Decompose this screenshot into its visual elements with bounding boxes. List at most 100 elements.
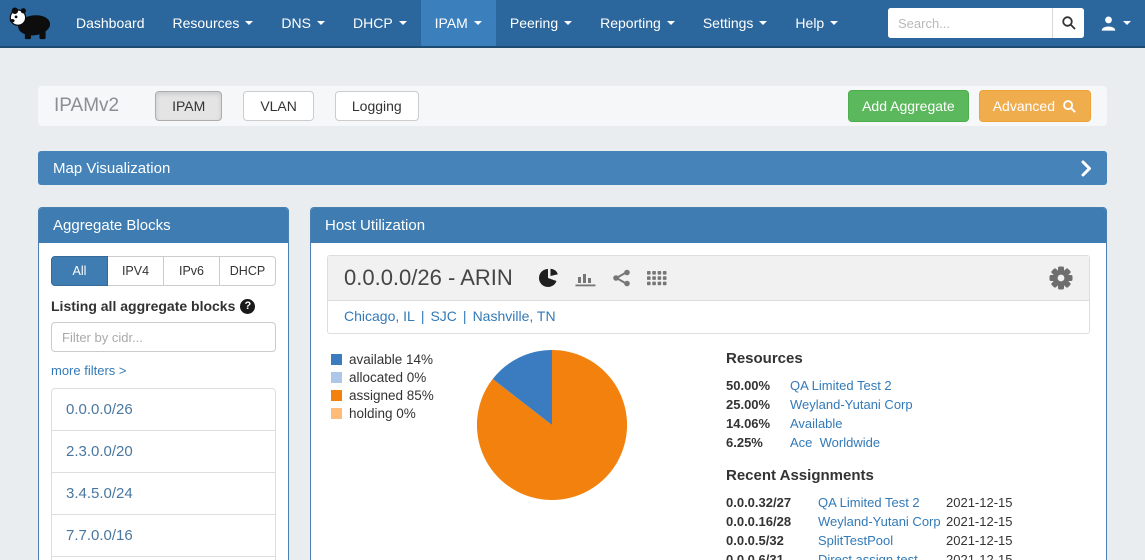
view-tab-vlan[interactable]: VLAN <box>243 91 314 121</box>
panda-logo-icon <box>8 4 54 42</box>
nav-item-ipam[interactable]: IPAM <box>421 0 496 46</box>
resource-row: 14.06% Available <box>726 416 1038 432</box>
recent-assignment-row: 0.0.0.5/32 SplitTestPool 2021-12-15 <box>726 533 1038 549</box>
bar-chart-view-button[interactable] <box>575 269 596 287</box>
utilization-info-column: Resources 50.00% QA Limited Test 2 25.00… <box>726 346 1038 560</box>
advanced-search-button[interactable]: Advanced <box>979 90 1091 122</box>
ipam-toolbar: IPAMv2 IPAM VLAN Logging Add Aggregate A… <box>38 86 1107 126</box>
caret-down-icon <box>245 21 253 25</box>
share-view-button[interactable] <box>612 269 631 287</box>
aggregate-block-item[interactable]: 2.3.0.0/20 <box>52 430 275 472</box>
subnet-card-header: 0.0.0.0/26 - ARIN <box>328 256 1089 301</box>
resource-link[interactable]: Weyland-Yutani Corp <box>790 397 1038 413</box>
pie-chart-view-button[interactable] <box>539 268 559 288</box>
subnet-locations: Chicago, IL|SJC|Nashville, TN <box>328 301 1089 333</box>
nav-item-dashboard[interactable]: Dashboard <box>62 0 159 46</box>
caret-down-icon <box>564 21 572 25</box>
aggregate-block-item[interactable]: 7.7.0.0/16 <box>52 514 275 556</box>
nav-item-reporting[interactable]: Reporting <box>586 0 689 46</box>
host-utilization-content: available 14% allocated 0% assigned 85% <box>327 346 1090 560</box>
main-menu: Dashboard Resources DNS DHCP IPAM Peerin… <box>62 0 852 46</box>
tab-dhcp[interactable]: DHCP <box>220 256 276 286</box>
resource-link[interactable]: QA Limited Test 2 <box>790 378 1038 394</box>
assignment-link[interactable]: Direct assign test <box>818 552 946 560</box>
legend-swatch-available <box>331 354 342 365</box>
location-link[interactable]: Nashville, TN <box>473 308 556 324</box>
caret-down-icon <box>474 21 482 25</box>
resource-row: 50.00% QA Limited Test 2 <box>726 378 1038 394</box>
recent-assignment-row: 0.0.0.32/27 QA Limited Test 2 2021-12-15 <box>726 495 1038 511</box>
add-aggregate-button[interactable]: Add Aggregate <box>848 90 969 122</box>
host-utilization-panel: Host Utilization 0.0.0.0/26 - ARIN <box>310 207 1107 560</box>
resource-row: 6.25% Ace Worldwide <box>726 435 1038 451</box>
pie-chart <box>473 346 631 504</box>
resource-percent: 50.00% <box>726 378 790 394</box>
listing-label-row: Listing all aggregate blocks ? <box>51 298 276 314</box>
nav-item-label: Reporting <box>600 15 661 31</box>
subnet-settings-button[interactable] <box>1049 266 1073 290</box>
pie-chart-icon <box>539 268 559 288</box>
aggregate-blocks-header: Aggregate Blocks <box>39 208 288 243</box>
location-separator: | <box>463 308 467 324</box>
legend-label: allocated 0% <box>349 370 426 385</box>
map-visualization-toggle[interactable]: Map Visualization <box>38 151 1107 185</box>
more-filters-link[interactable]: more filters > <box>51 363 127 378</box>
resource-link[interactable]: Ace Worldwide <box>790 435 1038 451</box>
location-link[interactable]: Chicago, IL <box>344 308 415 324</box>
nav-item-resources[interactable]: Resources <box>159 0 268 46</box>
tab-ipv4[interactable]: IPV4 <box>108 256 164 286</box>
caret-down-icon <box>667 21 675 25</box>
aggregate-block-item[interactable]: 0.0.0.0/26 <box>52 389 275 430</box>
caret-down-icon <box>399 21 407 25</box>
aggregate-block-item[interactable]: 3.4.5.0/24 <box>52 472 275 514</box>
subnet-view-icons <box>539 268 667 288</box>
search-button[interactable] <box>1052 8 1084 38</box>
resource-percent: 6.25% <box>726 435 790 451</box>
resource-link[interactable]: Available <box>790 416 1038 432</box>
assignment-link[interactable]: Weyland-Yutani Corp <box>818 514 946 530</box>
panda-logo[interactable] <box>0 0 62 46</box>
grid-view-button[interactable] <box>647 271 667 286</box>
view-tab-ipam[interactable]: IPAM <box>155 91 222 121</box>
nav-item-label: Help <box>795 15 824 31</box>
user-icon <box>1100 15 1117 32</box>
map-visualization-label: Map Visualization <box>53 160 170 177</box>
tab-ipv6[interactable]: IPv6 <box>164 256 220 286</box>
user-menu[interactable] <box>1100 15 1131 32</box>
caret-down-icon <box>317 21 325 25</box>
search-icon <box>1061 15 1077 31</box>
host-utilization-header: Host Utilization <box>311 208 1106 243</box>
aggregate-blocks-body: All IPV4 IPv6 DHCP Listing all aggregate… <box>39 243 288 560</box>
listing-label: Listing all aggregate blocks <box>51 298 235 314</box>
help-icon[interactable]: ? <box>240 299 255 314</box>
aggregate-block-list: 0.0.0.0/26 2.3.0.0/20 3.4.5.0/24 7.7.0.0… <box>51 388 276 560</box>
assignment-link[interactable]: QA Limited Test 2 <box>818 495 946 511</box>
resource-row: 25.00% Weyland-Yutani Corp <box>726 397 1038 413</box>
nav-item-help[interactable]: Help <box>781 0 852 46</box>
legend-item-assigned: assigned 85% <box>331 388 434 403</box>
aggregate-block-item[interactable] <box>52 556 275 560</box>
nav-item-settings[interactable]: Settings <box>689 0 782 46</box>
global-search <box>888 8 1084 38</box>
location-link[interactable]: SJC <box>430 308 456 324</box>
assignment-date: 2021-12-15 <box>946 514 1030 530</box>
legend-swatch-assigned <box>331 390 342 401</box>
legend-item-available: available 14% <box>331 352 434 367</box>
advanced-button-label: Advanced <box>993 98 1055 114</box>
tab-all[interactable]: All <box>51 256 108 286</box>
assignment-link[interactable]: SplitTestPool <box>818 533 946 549</box>
assignment-cidr: 0.0.0.32/27 <box>726 495 818 511</box>
legend-swatch-allocated <box>331 372 342 383</box>
search-input[interactable] <box>888 8 1052 38</box>
legend-item-holding: holding 0% <box>331 406 434 421</box>
cidr-filter-input[interactable] <box>51 322 276 352</box>
host-utilization-body: 0.0.0.0/26 - ARIN <box>311 243 1106 560</box>
legend-label: holding 0% <box>349 406 416 421</box>
subnet-card: 0.0.0.0/26 - ARIN <box>327 255 1090 334</box>
nav-item-peering[interactable]: Peering <box>496 0 586 46</box>
nav-item-dns[interactable]: DNS <box>267 0 339 46</box>
assignment-cidr: 0.0.0.16/28 <box>726 514 818 530</box>
nav-item-dhcp[interactable]: DHCP <box>339 0 421 46</box>
page-container: IPAMv2 IPAM VLAN Logging Add Aggregate A… <box>0 86 1145 560</box>
view-tab-logging[interactable]: Logging <box>335 91 419 121</box>
